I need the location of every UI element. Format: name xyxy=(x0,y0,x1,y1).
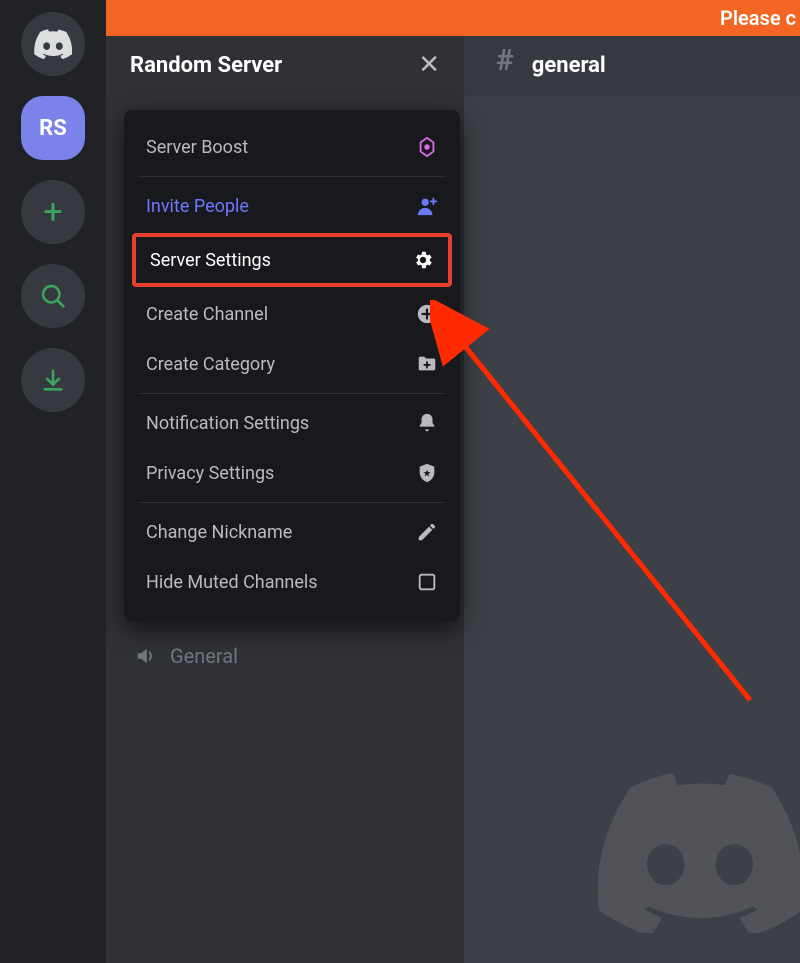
wumpus-placeholder-icon xyxy=(570,773,800,933)
notice-banner-text: Please c xyxy=(720,6,796,30)
voice-channel-label: General xyxy=(170,644,238,668)
home-button[interactable] xyxy=(21,12,85,76)
messages-pane xyxy=(464,96,800,963)
speaker-icon xyxy=(134,645,156,667)
shield-icon xyxy=(416,462,438,484)
server-dropdown-menu: Server Boost Invite People Server Settin… xyxy=(124,110,460,621)
invite-icon xyxy=(416,195,438,217)
bell-icon xyxy=(416,412,438,434)
menu-item-label: Create Channel xyxy=(146,304,416,325)
menu-item-server-boost[interactable]: Server Boost xyxy=(124,122,460,172)
explore-servers-button[interactable] xyxy=(21,264,85,328)
main-content-area: # general xyxy=(464,0,800,963)
discord-logo-icon xyxy=(34,29,72,59)
menu-item-label: Server Boost xyxy=(146,137,416,158)
channel-name: general xyxy=(532,53,606,78)
checkbox-icon xyxy=(416,571,438,593)
menu-item-invite-people[interactable]: Invite People xyxy=(124,181,460,231)
menu-item-create-channel[interactable]: Create Channel xyxy=(124,289,460,339)
menu-item-server-settings[interactable]: Server Settings xyxy=(132,233,452,287)
menu-separator xyxy=(138,502,446,503)
plus-icon: + xyxy=(43,195,62,229)
plus-circle-icon xyxy=(416,303,438,325)
menu-item-label: Invite People xyxy=(146,196,416,217)
boost-icon xyxy=(416,136,438,158)
menu-item-label: Change Nickname xyxy=(146,522,416,543)
search-icon xyxy=(39,282,67,310)
download-apps-button[interactable] xyxy=(21,348,85,412)
close-icon[interactable]: ✕ xyxy=(418,52,440,78)
menu-separator xyxy=(138,393,446,394)
voice-channel-general[interactable]: General xyxy=(106,636,266,676)
server-initials: RS xyxy=(39,116,67,141)
menu-item-hide-muted-channels[interactable]: Hide Muted Channels xyxy=(124,557,460,607)
server-name: Random Server xyxy=(130,53,282,78)
server-random-server[interactable]: RS xyxy=(21,96,85,160)
add-server-button[interactable]: + xyxy=(21,180,85,244)
menu-item-label: Server Settings xyxy=(150,250,412,271)
gear-icon xyxy=(412,249,434,271)
menu-item-label: Notification Settings xyxy=(146,413,416,434)
menu-item-label: Hide Muted Channels xyxy=(146,572,416,593)
menu-item-label: Create Category xyxy=(146,354,416,375)
folder-plus-icon xyxy=(416,353,438,375)
menu-item-notification-settings[interactable]: Notification Settings xyxy=(124,398,460,448)
notice-banner: Please c xyxy=(0,0,800,36)
hash-icon: # xyxy=(496,43,514,78)
menu-item-label: Privacy Settings xyxy=(146,463,416,484)
download-icon xyxy=(39,366,67,394)
server-rail: RS + xyxy=(0,0,106,963)
menu-item-create-category[interactable]: Create Category xyxy=(124,339,460,389)
menu-item-privacy-settings[interactable]: Privacy Settings xyxy=(124,448,460,498)
menu-item-change-nickname[interactable]: Change Nickname xyxy=(124,507,460,557)
menu-separator xyxy=(138,176,446,177)
pencil-icon xyxy=(416,521,438,543)
